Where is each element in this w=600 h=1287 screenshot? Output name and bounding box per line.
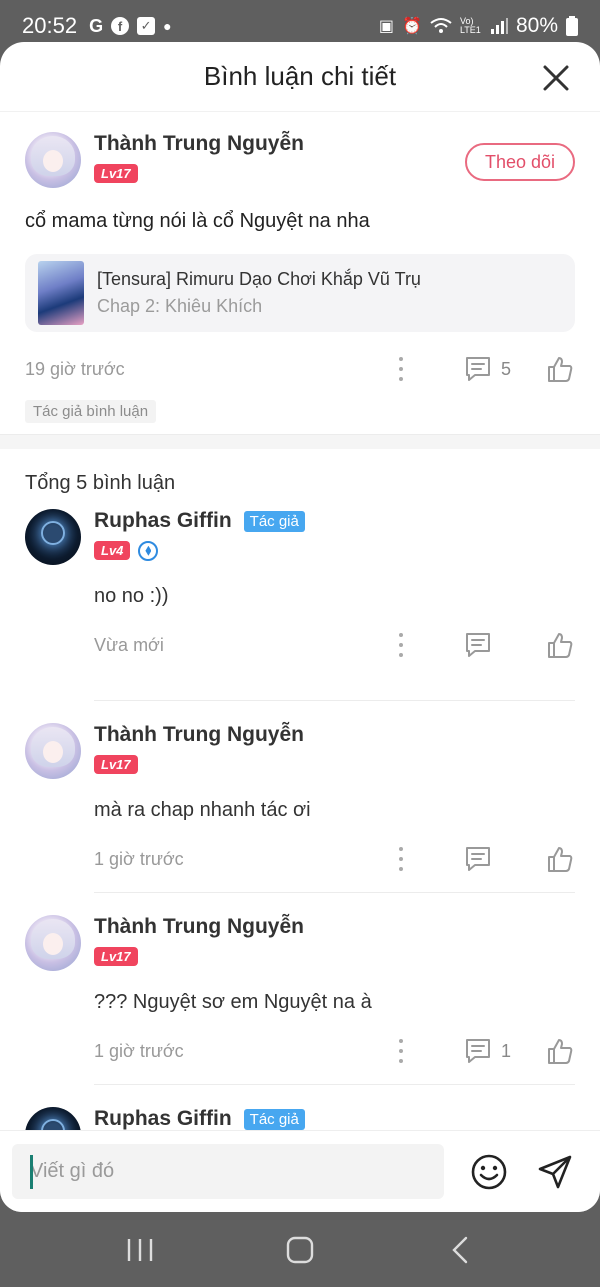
chapter-subtitle: Chap 2: Khiêu Khích bbox=[97, 296, 263, 316]
section-divider bbox=[0, 434, 600, 449]
main-comment: Thành Trung Nguyễn Lv17 Theo dõi cổ mama… bbox=[0, 112, 600, 434]
reply-item: Thành Trung Nguyễn Lv17 ??? Nguyệt sơ em… bbox=[0, 893, 600, 1085]
reply-time: 1 giờ trước bbox=[94, 848, 184, 869]
reply-item: Thành Trung Nguyễn Lv17 mà ra chap nhanh… bbox=[0, 701, 600, 893]
author-comment-tag: Tác giả bình luận bbox=[25, 400, 157, 423]
reply-icon[interactable] bbox=[463, 354, 493, 384]
reply-time: Vừa mới bbox=[94, 634, 164, 655]
total-comments: Tổng 5 bình luận bbox=[25, 472, 176, 494]
comment-composer bbox=[0, 1130, 600, 1212]
avatar[interactable] bbox=[25, 509, 81, 565]
recent-apps-icon[interactable] bbox=[120, 1230, 160, 1270]
user-name[interactable]: Thành Trung Nguyễn bbox=[94, 132, 304, 156]
like-icon[interactable] bbox=[545, 1036, 575, 1066]
level-badge: Lv17 bbox=[94, 947, 138, 966]
sheet-header: Bình luận chi tiết bbox=[0, 42, 600, 112]
comment-time: 19 giờ trước bbox=[25, 358, 125, 379]
avatar[interactable] bbox=[25, 723, 81, 779]
level-badge: Lv17 bbox=[94, 755, 138, 774]
reply-icon[interactable] bbox=[463, 1036, 493, 1066]
comment-detail-sheet: Bình luận chi tiết Thành Trung Nguyễn Lv… bbox=[0, 42, 600, 1212]
signal-icon bbox=[490, 18, 508, 34]
author-tag: Tác giả bbox=[243, 510, 305, 532]
level-badge: Lv4 bbox=[94, 541, 131, 560]
like-icon[interactable] bbox=[545, 630, 575, 660]
close-icon[interactable] bbox=[542, 64, 570, 92]
back-icon[interactable] bbox=[440, 1230, 480, 1270]
check-icon: ✓ bbox=[137, 17, 156, 35]
more-options-icon[interactable] bbox=[391, 1039, 411, 1063]
system-nav-bar bbox=[0, 1212, 600, 1287]
like-icon[interactable] bbox=[545, 354, 575, 384]
g-icon: G bbox=[89, 15, 104, 36]
chapter-title: [Tensura] Rimuru Dạo Chơi Khắp Vũ Trụ bbox=[97, 269, 421, 289]
vpn-icon: ▣ bbox=[378, 18, 395, 35]
reply-count: 1 bbox=[501, 1040, 512, 1061]
alarm-icon: ⏰ bbox=[402, 18, 422, 35]
battery-percent: 80% bbox=[515, 14, 558, 37]
status-right: ▣ ⏰ Vo) LTE1 80% bbox=[379, 14, 578, 38]
text-caret bbox=[30, 1155, 33, 1189]
reply-text: mà ra chap nhanh tác ơi bbox=[94, 799, 311, 821]
comment-text: cổ mama từng nói là cổ Nguyệt na nha bbox=[25, 210, 370, 232]
reply-count: 5 bbox=[501, 358, 512, 379]
wifi-icon bbox=[430, 18, 452, 33]
dot-icon: ● bbox=[163, 18, 172, 34]
user-name[interactable]: Thành Trung Nguyễn bbox=[94, 723, 304, 747]
author-tag: Tác giả bbox=[243, 1108, 305, 1130]
more-options-icon[interactable] bbox=[391, 847, 411, 871]
reply-time: 1 giờ trước bbox=[94, 1040, 184, 1061]
reply-icon[interactable] bbox=[463, 630, 493, 660]
level-badge: Lv17 bbox=[94, 164, 138, 183]
volte-icon: Vo) LTE1 bbox=[459, 16, 481, 35]
chapter-cover-image bbox=[38, 261, 84, 325]
reply-text: ??? Nguyệt sơ em Nguyệt na à bbox=[94, 991, 372, 1013]
reply-item: Ruphas Giffin Tác giả Lv4 no no :)) Vừa m… bbox=[0, 509, 600, 701]
avatar[interactable] bbox=[25, 132, 81, 188]
more-options-icon[interactable] bbox=[391, 357, 411, 381]
reply-icon[interactable] bbox=[463, 844, 493, 874]
notification-icons: G f ✓ ● bbox=[89, 16, 171, 37]
send-icon[interactable] bbox=[536, 1153, 574, 1191]
follow-button[interactable]: Theo dõi bbox=[465, 143, 575, 181]
like-icon[interactable] bbox=[545, 844, 575, 874]
avatar[interactable] bbox=[25, 915, 81, 971]
home-icon[interactable] bbox=[280, 1230, 320, 1270]
emoji-icon[interactable] bbox=[470, 1153, 508, 1191]
battery-icon bbox=[566, 16, 578, 36]
facebook-icon: f bbox=[111, 17, 130, 35]
page-title: Bình luận chi tiết bbox=[203, 61, 397, 91]
verified-gem-icon bbox=[138, 540, 159, 561]
user-name[interactable]: Ruphas Giffin bbox=[94, 509, 232, 533]
chapter-card[interactable]: [Tensura] Rimuru Dạo Chơi Khắp Vũ Trụ Ch… bbox=[25, 254, 575, 332]
comment-input[interactable] bbox=[12, 1144, 444, 1199]
status-time: 20:52 bbox=[22, 13, 78, 38]
user-name[interactable]: Thành Trung Nguyễn bbox=[94, 915, 304, 939]
user-name[interactable]: Ruphas Giffin bbox=[94, 1107, 232, 1131]
more-options-icon[interactable] bbox=[391, 633, 411, 657]
reply-text: no no :)) bbox=[94, 585, 169, 607]
